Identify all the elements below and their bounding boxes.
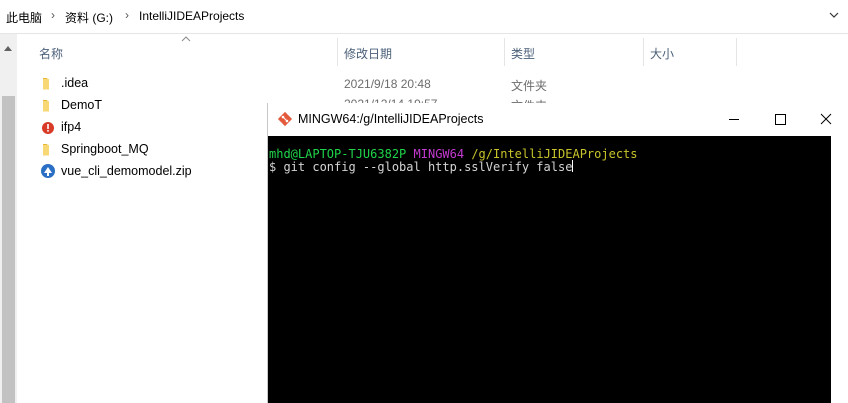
scroll-up-icon[interactable] bbox=[4, 46, 12, 51]
file-name: .idea bbox=[61, 76, 89, 90]
file-name: ifp4 bbox=[61, 120, 82, 134]
folder-icon bbox=[43, 144, 49, 156]
nav-pane-scrollbar[interactable] bbox=[0, 34, 17, 403]
scrollbar-thumb[interactable] bbox=[2, 96, 15, 403]
prompt-line: mhd@LAPTOP-TJU6382P MINGW64 /g/IntelliJI… bbox=[269, 147, 638, 161]
prompt-env: MINGW64 bbox=[413, 147, 465, 161]
column-header-name[interactable]: 名称 bbox=[39, 45, 63, 62]
terminal-title: MINGW64:/g/IntelliJIDEAProjects bbox=[298, 112, 484, 126]
breadcrumb-separator-icon[interactable]: › bbox=[125, 8, 129, 22]
breadcrumb-separator-icon[interactable]: › bbox=[51, 8, 55, 22]
folder-icon bbox=[43, 100, 49, 112]
terminal-window[interactable]: MINGW64:/g/IntelliJIDEAProjects mhd@LAPT… bbox=[267, 103, 848, 403]
file-type: 文件夹 bbox=[511, 79, 548, 93]
column-divider[interactable] bbox=[736, 38, 737, 66]
terminal-output[interactable]: mhd@LAPTOP-TJU6382P MINGW64 /g/IntelliJI… bbox=[268, 136, 831, 403]
column-header-type[interactable]: 类型 bbox=[511, 45, 535, 62]
terminal-title-bar[interactable]: MINGW64:/g/IntelliJIDEAProjects bbox=[268, 103, 848, 135]
command-text: $ git config --global http.sslVerify fal… bbox=[269, 160, 573, 174]
command-line: $ git config --global http.sslVerify fal… bbox=[269, 160, 574, 174]
terminal-scrollbar[interactable] bbox=[831, 136, 848, 403]
close-icon[interactable] bbox=[803, 103, 848, 135]
folder-icon bbox=[43, 78, 49, 90]
column-divider[interactable] bbox=[504, 38, 505, 66]
breadcrumb-folder[interactable]: IntelliJIDEAProjects bbox=[139, 9, 244, 23]
git-logo-icon bbox=[277, 111, 293, 127]
prompt-user: mhd@LAPTOP-TJU6382P bbox=[269, 147, 407, 161]
column-header-size[interactable]: 大小 bbox=[650, 45, 674, 62]
prompt-path: /g/IntelliJIDEAProjects bbox=[471, 147, 638, 161]
sort-ascending-icon bbox=[181, 36, 191, 42]
file-modified: 2021/9/18 20:48 bbox=[344, 77, 431, 91]
column-divider[interactable] bbox=[643, 38, 644, 66]
zip-file-icon bbox=[41, 164, 55, 178]
maximize-icon[interactable] bbox=[757, 103, 803, 135]
file-name: vue_cli_demomodel.zip bbox=[61, 164, 192, 178]
chevron-down-icon[interactable] bbox=[828, 9, 840, 21]
file-name: Springboot_MQ bbox=[61, 142, 149, 156]
column-header-modified[interactable]: 修改日期 bbox=[344, 45, 392, 62]
minimize-icon[interactable] bbox=[711, 103, 757, 135]
column-divider[interactable] bbox=[337, 38, 338, 66]
project-icon bbox=[42, 122, 54, 134]
breadcrumb-drive[interactable]: 资料 (G:) bbox=[65, 9, 113, 26]
file-name: DemoT bbox=[61, 98, 102, 112]
address-bar[interactable]: 此电脑 › 资料 (G:) › IntelliJIDEAProjects bbox=[0, 0, 848, 34]
text-cursor bbox=[572, 160, 574, 172]
breadcrumb-this-pc[interactable]: 此电脑 bbox=[6, 9, 42, 26]
